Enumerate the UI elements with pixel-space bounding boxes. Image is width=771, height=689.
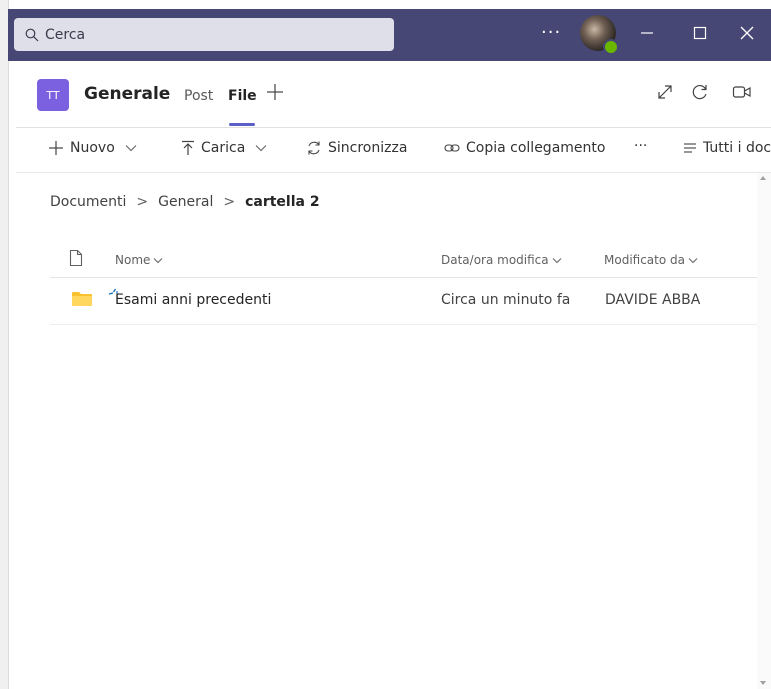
column-header-modified-label: Data/ora modifica (441, 253, 549, 267)
scroll-down-icon[interactable] (760, 681, 766, 685)
view-lines-icon (684, 143, 696, 153)
refresh-icon[interactable] (691, 83, 709, 101)
chevron-down-icon (154, 257, 163, 263)
upload-button[interactable]: Carica (181, 140, 267, 156)
chevron-down-icon (688, 257, 698, 263)
channel-header: TT Generale Post File (16, 61, 771, 128)
view-options-button[interactable]: Tutti i doc (683, 140, 771, 156)
sync-icon (308, 141, 320, 155)
plus-icon (49, 141, 63, 155)
column-header-name[interactable]: Nome (115, 253, 163, 267)
tab-file[interactable]: File (228, 88, 257, 104)
more-commands-icon: ··· (634, 138, 648, 154)
meet-video-icon[interactable] (732, 83, 752, 101)
new-button[interactable]: Nuovo (48, 140, 137, 156)
copy-link-button[interactable]: Copia collegamento (444, 140, 605, 156)
search-placeholder: Cerca (45, 26, 86, 43)
more-commands-button[interactable]: ··· (634, 138, 647, 154)
maximize-icon[interactable] (693, 26, 707, 40)
breadcrumb-item-documenti[interactable]: Documenti (50, 194, 126, 210)
tab-post[interactable]: Post (184, 88, 213, 104)
column-header-name-label: Nome (115, 253, 151, 267)
column-header-modified-by-label: Modificato da (604, 253, 685, 267)
team-avatar[interactable]: TT (37, 79, 69, 111)
search-box[interactable]: Cerca (14, 18, 394, 51)
expand-icon[interactable] (656, 83, 674, 101)
column-header-modified[interactable]: Data/ora modifica (441, 253, 562, 267)
breadcrumb-current: cartella 2 (245, 194, 320, 210)
folder-icon (72, 292, 92, 306)
teams-window: Cerca ··· TT Generale Post File Nuovo Ca… (0, 0, 771, 689)
window-edge (0, 0, 9, 689)
more-options-icon[interactable]: ··· (541, 22, 561, 43)
chevron-down-icon (552, 257, 561, 263)
upload-icon (182, 140, 194, 155)
presence-available-icon (603, 39, 619, 55)
search-icon (25, 28, 39, 41)
copy-link-label: Copia collegamento (466, 140, 606, 156)
breadcrumb-item-general[interactable]: General (158, 194, 213, 210)
file-list-area: Documenti > General > cartella 2 Nome Da… (16, 173, 757, 689)
scroll-up-icon[interactable] (760, 176, 766, 180)
sync-button[interactable]: Sincronizza (306, 140, 407, 156)
add-tab-icon[interactable] (266, 83, 284, 101)
link-icon (444, 144, 460, 152)
row-modified-by: DAVIDE ABBA (605, 292, 701, 308)
active-tab-indicator (229, 123, 255, 126)
sync-label: Sincronizza (328, 140, 408, 156)
file-type-icon (69, 249, 83, 267)
upload-label: Carica (201, 140, 246, 156)
title-bar: Cerca ··· (8, 9, 771, 61)
breadcrumb: Documenti > General > cartella 2 (50, 194, 320, 210)
breadcrumb-separator-icon: > (136, 194, 149, 210)
row-modified: Circa un minuto fa (441, 292, 571, 308)
column-header-modified-by[interactable]: Modificato da (604, 253, 698, 267)
chevron-down-icon (255, 145, 267, 152)
row-name[interactable]: Esami anni precedenti (115, 292, 271, 308)
close-icon[interactable] (740, 26, 754, 40)
table-row[interactable]: Esami anni precedenti Circa un minuto fa… (50, 278, 757, 325)
breadcrumb-separator-icon: > (223, 194, 236, 210)
vertical-scrollbar[interactable] (757, 173, 771, 689)
command-bar: Nuovo Carica Sincronizza Copia collegame… (16, 128, 771, 173)
channel-name: Generale (84, 84, 171, 104)
minimize-icon[interactable] (640, 26, 654, 40)
new-label: Nuovo (70, 140, 115, 156)
view-label: Tutti i doc (703, 140, 771, 156)
chevron-down-icon (125, 145, 137, 152)
